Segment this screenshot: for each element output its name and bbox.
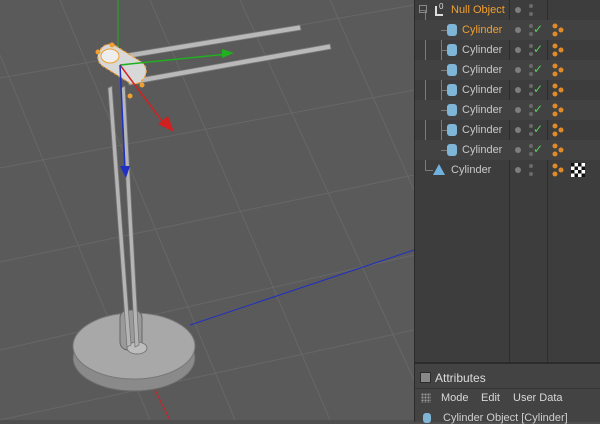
floor-grid [0, 0, 414, 420]
visibility-dot[interactable] [515, 147, 521, 153]
om-row-null-object[interactable]: 0 Null Object [415, 0, 600, 20]
om-row-label[interactable]: Null Object [451, 4, 505, 16]
material-tag-icon[interactable] [551, 43, 565, 57]
enabled-check-icon[interactable]: ✓ [533, 83, 543, 95]
render-dot[interactable] [529, 4, 533, 8]
material-tag-icon[interactable] [551, 123, 565, 137]
editor-dot[interactable] [529, 172, 533, 176]
cone-icon [433, 164, 445, 175]
enabled-check-icon[interactable]: ✓ [533, 63, 543, 75]
om-row-label[interactable]: Cylinder [462, 144, 502, 156]
om-row-label[interactable]: Cylinder [451, 164, 491, 176]
attributes-object-header: Cylinder Object [Cylinder] [415, 408, 600, 424]
om-row-label[interactable]: Cylinder [462, 124, 502, 136]
material-tag-icon[interactable] [551, 163, 565, 177]
grid-handle-icon[interactable] [421, 393, 431, 403]
visibility-dot[interactable] [515, 47, 521, 53]
cylinder-icon [447, 44, 457, 56]
material-tag-icon[interactable] [551, 23, 565, 37]
om-row-cylinder[interactable]: Cylinder ✓ [415, 80, 600, 100]
om-row-cylinder[interactable]: Cylinder ✓ [415, 100, 600, 120]
material-tag-icon[interactable] [551, 63, 565, 77]
visibility-dot[interactable] [515, 67, 521, 73]
om-row-cylinder[interactable]: Cylinder ✓ [415, 40, 600, 60]
om-row-cylinder[interactable]: Cylinder ✓ [415, 120, 600, 140]
om-row-label[interactable]: Cylinder [462, 84, 502, 96]
cylinder-icon [447, 104, 457, 116]
visibility-dot[interactable] [515, 127, 521, 133]
om-row-label[interactable]: Cylinder [462, 44, 502, 56]
checker-texture-icon[interactable] [571, 163, 585, 177]
enabled-check-icon[interactable]: ✓ [533, 43, 543, 55]
om-row-cylinder[interactable]: Cylinder ✓ [415, 140, 600, 160]
om-row-cylinder[interactable]: Cylinder ✓ [415, 20, 600, 40]
cylinder-icon [447, 84, 457, 96]
null-object-badge: 0 [439, 2, 444, 11]
attributes-object-title: Cylinder Object [Cylinder] [443, 412, 568, 424]
cylinder-icon [447, 124, 457, 136]
collapse-toggle-icon[interactable] [419, 5, 427, 13]
enabled-check-icon[interactable]: ✓ [533, 143, 543, 155]
menu-user-data[interactable]: User Data [513, 392, 563, 404]
om-row-label[interactable]: Cylinder [462, 104, 502, 116]
attributes-title: Attributes [435, 371, 486, 385]
3d-viewport[interactable] [0, 0, 414, 420]
panel-menu-icon[interactable] [420, 372, 431, 383]
attributes-panel: Attributes Mode Edit User Data Cylinder … [414, 362, 600, 424]
enabled-check-icon[interactable]: ✓ [533, 23, 543, 35]
om-row-cylinder-root[interactable]: Cylinder [415, 160, 600, 180]
om-row-label[interactable]: Cylinder [462, 64, 502, 76]
om-row-cylinder[interactable]: Cylinder ✓ [415, 60, 600, 80]
material-tag-icon[interactable] [551, 83, 565, 97]
menu-edit[interactable]: Edit [481, 392, 500, 404]
visibility-dot[interactable] [515, 27, 521, 33]
visibility-dot[interactable] [515, 167, 521, 173]
null-object-icon: 0 [435, 2, 445, 16]
cylinder-icon [447, 24, 457, 36]
enabled-check-icon[interactable]: ✓ [533, 103, 543, 115]
cylinder-icon [447, 144, 457, 156]
material-tag-icon[interactable] [551, 103, 565, 117]
om-row-label[interactable]: Cylinder [462, 24, 502, 36]
attributes-menu-bar: Mode Edit User Data [415, 388, 600, 407]
enabled-check-icon[interactable]: ✓ [533, 123, 543, 135]
render-dot[interactable] [529, 164, 533, 168]
viewport-scene [0, 0, 414, 420]
cylinder-icon [423, 413, 431, 423]
visibility-dot[interactable] [515, 87, 521, 93]
material-tag-icon[interactable] [551, 143, 565, 157]
world-z-axis [189, 249, 414, 326]
visibility-dot[interactable] [515, 107, 521, 113]
menu-mode[interactable]: Mode [441, 392, 469, 404]
attributes-title-bar[interactable]: Attributes [415, 368, 600, 386]
visibility-dot[interactable] [515, 7, 521, 13]
tree-branch [425, 170, 433, 171]
object-manager[interactable]: 0 Null Object Cylinder ✓ Cylinder ✓ Cyli… [414, 0, 600, 362]
cylinder-icon [447, 64, 457, 76]
editor-dot[interactable] [529, 12, 533, 16]
